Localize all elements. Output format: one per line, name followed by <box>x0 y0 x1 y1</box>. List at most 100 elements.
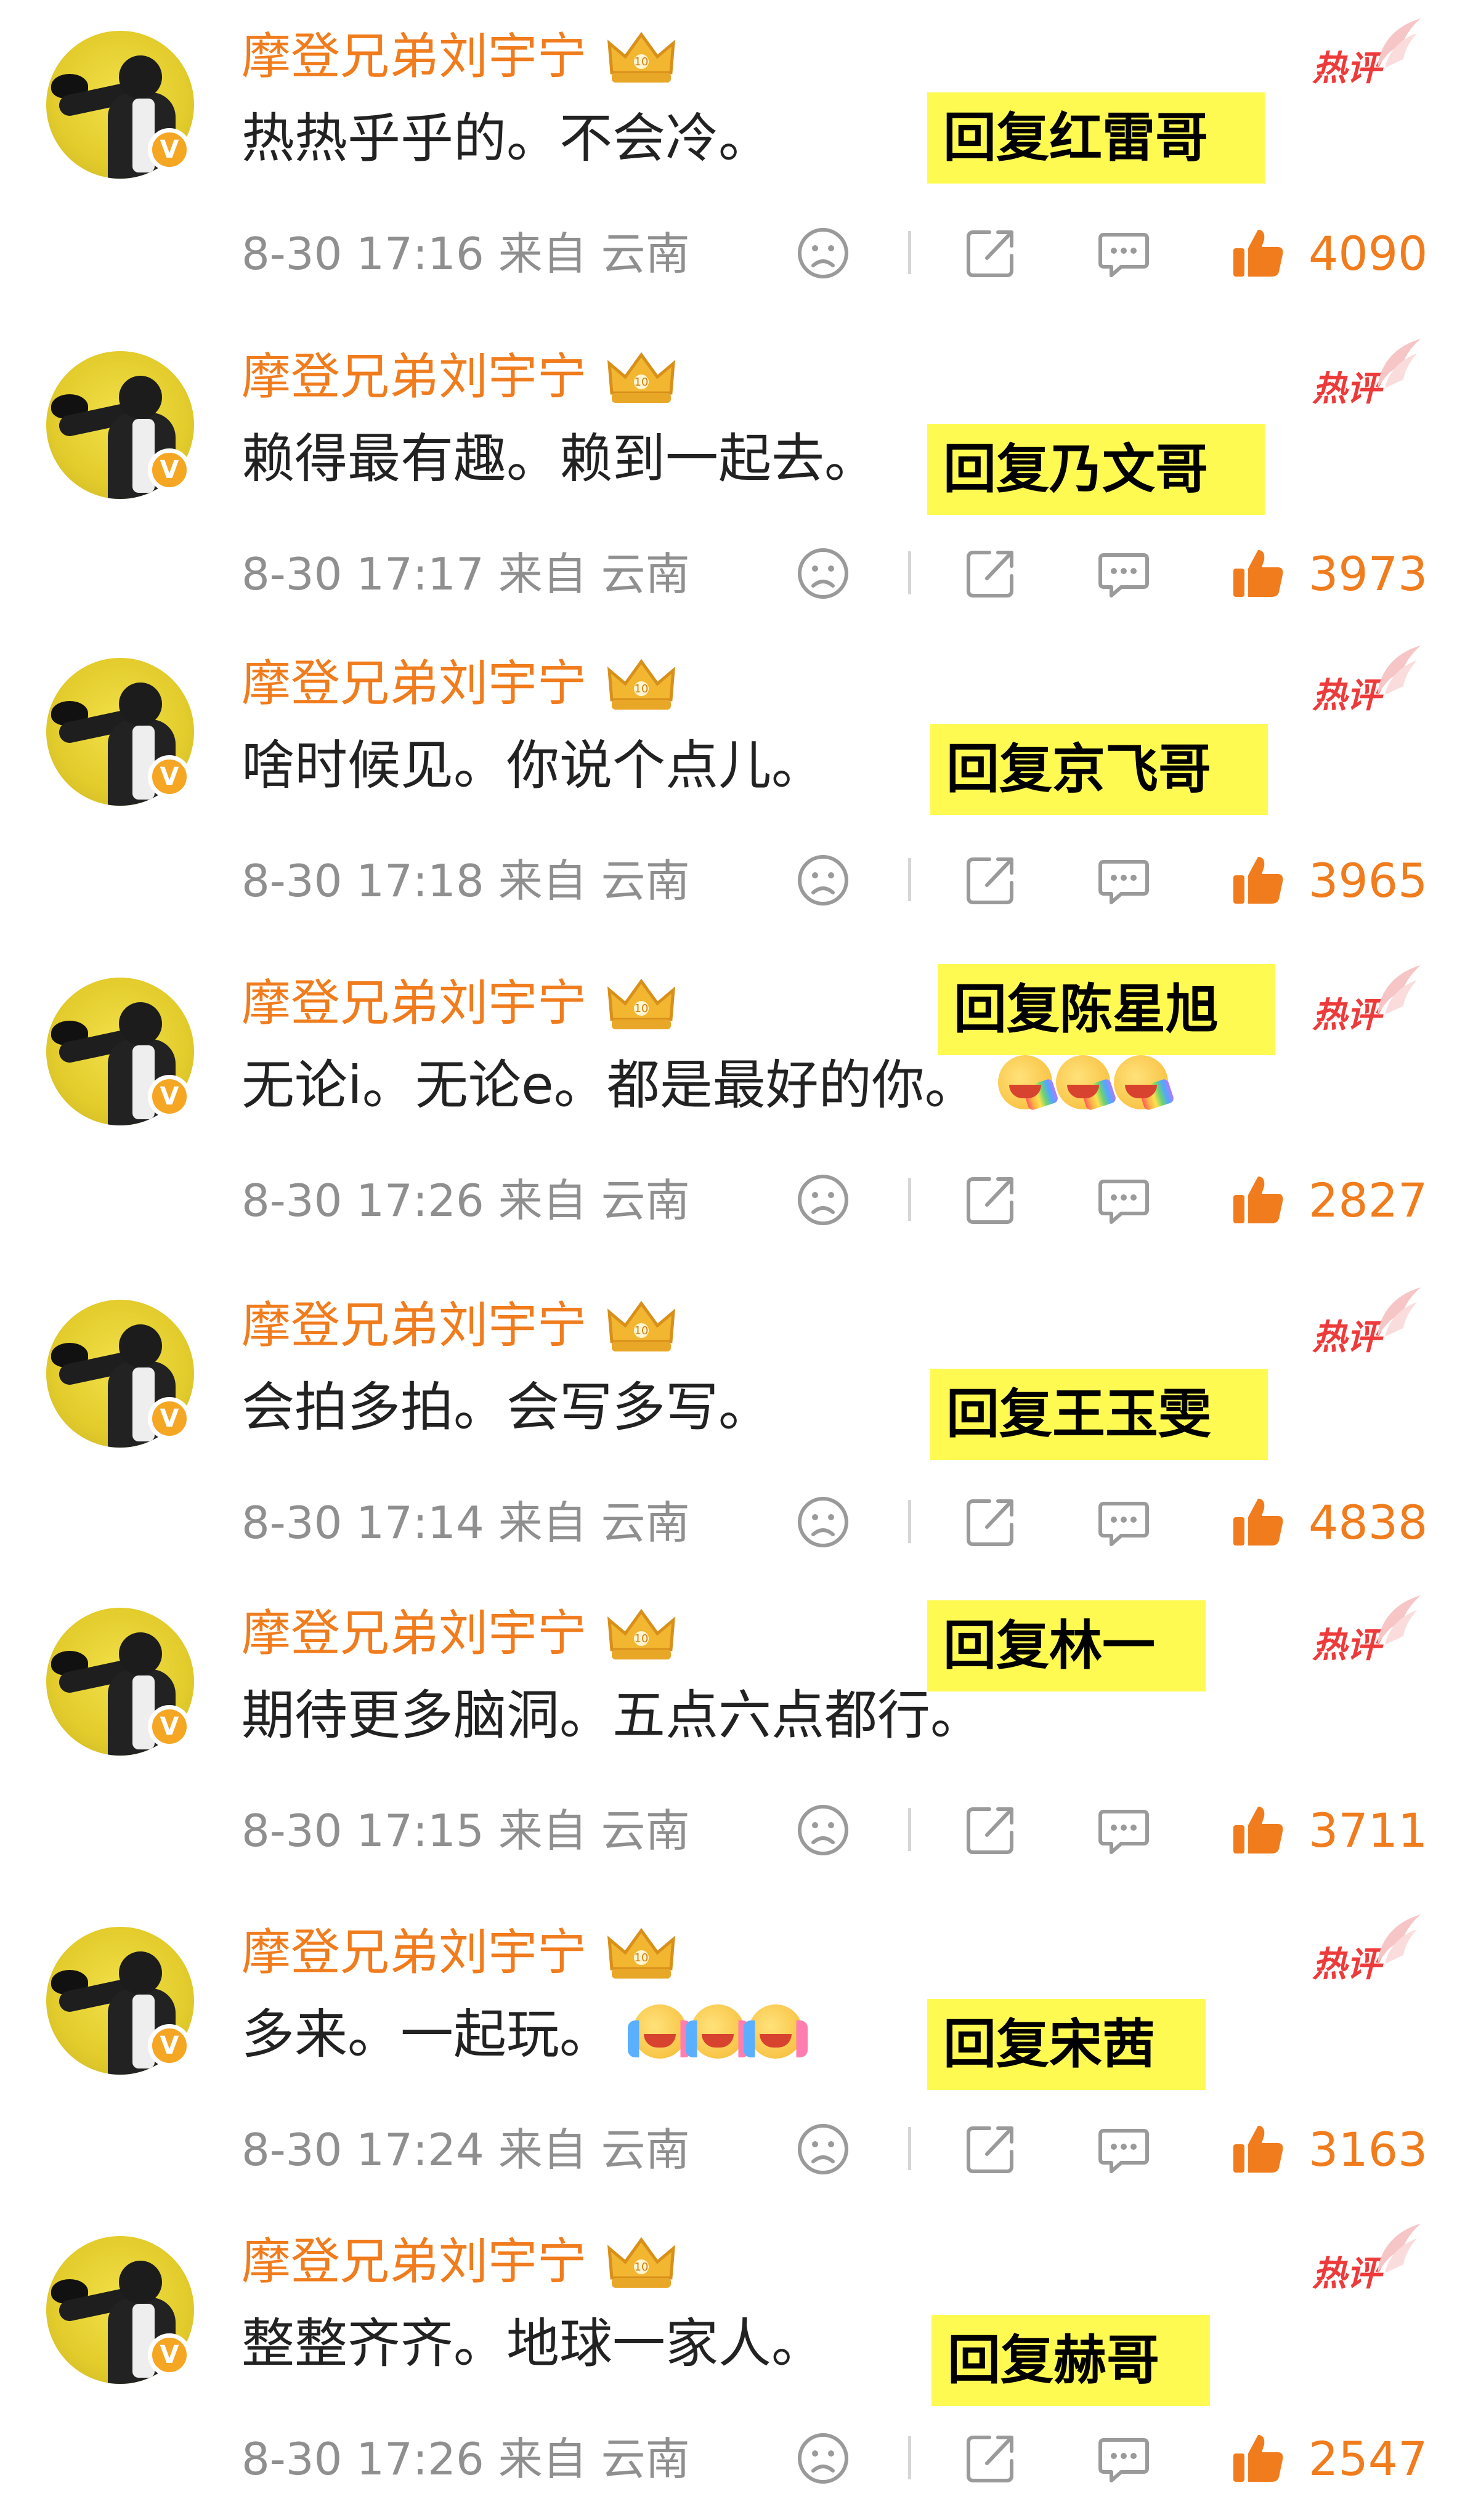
verified-badge: V <box>148 2333 191 2376</box>
thumbs-up-icon[interactable] <box>1230 1802 1286 1858</box>
reply-highlight-label: 回复乃文哥 <box>927 424 1265 515</box>
comment-meta: 8-30 17:24 来自 云南 <box>241 2119 690 2181</box>
comment-icon[interactable] <box>1095 1494 1152 1550</box>
share-icon[interactable] <box>962 545 1019 602</box>
hot-comment-icon: 热评 <box>1306 1912 1421 1992</box>
reply-highlight-label: 回复王玉雯 <box>930 1369 1268 1460</box>
share-icon[interactable] <box>962 2430 1019 2487</box>
crown-icon[interactable]: 10 <box>607 1606 676 1662</box>
svg-text:10: 10 <box>635 1632 649 1645</box>
comment-meta: 8-30 17:26 来自 云南 <box>241 2428 690 2490</box>
thumbs-up-icon[interactable] <box>1230 1494 1286 1550</box>
svg-text:10: 10 <box>635 55 649 68</box>
comment-location: 来自 云南 <box>498 228 690 280</box>
comment-item: V 摩登兄弟刘宇宁 10 热评 整整齐齐。地球一家人。 8-30 17:26 来… <box>0 2205 1465 2520</box>
comment-icon[interactable] <box>1095 1172 1152 1228</box>
hot-comment-icon: 热评 <box>1306 1285 1421 1365</box>
hot-comment-label: 热评 <box>1312 1318 1381 1358</box>
rainbow-face-emoji <box>1114 1055 1169 1109</box>
sad-face-icon[interactable] <box>795 1494 851 1550</box>
like-count[interactable]: 2827 <box>1309 1170 1427 1231</box>
sad-face-icon[interactable] <box>795 852 851 909</box>
hot-comment-icon: 热评 <box>1306 643 1421 723</box>
thumbs-up-icon[interactable] <box>1230 852 1286 909</box>
hot-comment-icon: 热评 <box>1306 963 1421 1043</box>
comment-text: 啥时候见。你说个点儿。 <box>241 732 824 800</box>
comment-text-body: 赖得最有趣。赖到一起去。 <box>241 428 877 490</box>
comment-location: 来自 云南 <box>498 1497 690 1549</box>
divider <box>908 1178 911 1221</box>
thumbs-up-icon[interactable] <box>1230 225 1286 282</box>
username[interactable]: 摩登兄弟刘宇宁 <box>241 346 586 408</box>
thumbs-up-icon[interactable] <box>1230 2430 1286 2487</box>
username[interactable]: 摩登兄弟刘宇宁 <box>241 1603 586 1664</box>
reply-highlight-label: 回复陈星旭 <box>938 964 1275 1055</box>
crown-icon[interactable]: 10 <box>607 30 676 85</box>
rainbow-face-emoji <box>998 1055 1053 1109</box>
like-count[interactable]: 4090 <box>1309 223 1427 285</box>
comment-text: 多来。一起玩。 <box>241 2001 808 2068</box>
crown-icon[interactable]: 10 <box>607 657 676 712</box>
verified-badge: V <box>148 1075 191 1118</box>
crown-icon[interactable]: 10 <box>607 350 676 405</box>
hot-comment-label: 热评 <box>1312 49 1381 89</box>
verified-badge: V <box>148 1705 191 1748</box>
reply-highlight-label: 回复林一 <box>927 1600 1206 1691</box>
comment-location: 来自 云南 <box>498 1805 690 1857</box>
comment-icon[interactable] <box>1095 545 1152 602</box>
divider <box>908 1500 911 1543</box>
crown-icon[interactable]: 10 <box>607 2235 676 2290</box>
crown-icon[interactable]: 10 <box>607 1298 676 1354</box>
cheering-face-emoji <box>686 2004 750 2059</box>
share-icon[interactable] <box>962 1494 1019 1550</box>
hot-comment-icon: 热评 <box>1306 336 1421 416</box>
comment-text: 会拍多拍。会写多写。 <box>241 1374 771 1441</box>
hot-comment-label: 热评 <box>1312 369 1381 409</box>
crown-icon[interactable]: 10 <box>607 976 676 1032</box>
thumbs-up-icon[interactable] <box>1230 545 1286 602</box>
comment-text: 热热乎乎的。不会冷。 <box>241 105 771 172</box>
reply-highlight-label: 回复宋茜 <box>927 1999 1206 2090</box>
comment-time: 8-30 17:17 <box>241 548 484 600</box>
sad-face-icon[interactable] <box>795 1172 851 1228</box>
like-count[interactable]: 3965 <box>1309 850 1427 912</box>
username[interactable]: 摩登兄弟刘宇宁 <box>241 1922 586 1983</box>
thumbs-up-icon[interactable] <box>1230 2121 1286 2178</box>
username[interactable]: 摩登兄弟刘宇宁 <box>241 26 586 87</box>
comment-time: 8-30 17:24 <box>241 2124 484 2176</box>
comment-text: 期待更多脑洞。五点六点都行。 <box>241 1682 983 1749</box>
share-icon[interactable] <box>962 1802 1019 1858</box>
svg-text:10: 10 <box>635 1002 649 1015</box>
sad-face-icon[interactable] <box>795 1802 851 1858</box>
sad-face-icon[interactable] <box>795 2430 851 2487</box>
comment-location: 来自 云南 <box>498 855 690 907</box>
hot-comment-label: 热评 <box>1312 676 1381 716</box>
comment-icon[interactable] <box>1095 225 1152 282</box>
like-count[interactable]: 3711 <box>1309 1800 1427 1862</box>
share-icon[interactable] <box>962 225 1019 282</box>
crown-icon[interactable]: 10 <box>607 1926 676 1981</box>
divider <box>908 858 911 901</box>
sad-face-icon[interactable] <box>795 545 851 602</box>
share-icon[interactable] <box>962 2121 1019 2178</box>
comment-icon[interactable] <box>1095 1802 1152 1858</box>
like-count[interactable]: 4838 <box>1309 1492 1427 1554</box>
username[interactable]: 摩登兄弟刘宇宁 <box>241 973 586 1034</box>
username[interactable]: 摩登兄弟刘宇宁 <box>241 1295 586 1356</box>
comment-meta: 8-30 17:16 来自 云南 <box>241 223 690 285</box>
thumbs-up-icon[interactable] <box>1230 1172 1286 1228</box>
sad-face-icon[interactable] <box>795 2121 851 2178</box>
like-count[interactable]: 3973 <box>1309 543 1427 605</box>
share-icon[interactable] <box>962 1172 1019 1228</box>
sad-face-icon[interactable] <box>795 225 851 282</box>
comment-item: V 摩登兄弟刘宇宁 10 热评 期待更多脑洞。五点六点都行。 8-30 17:1… <box>0 1577 1465 1892</box>
username[interactable]: 摩登兄弟刘宇宁 <box>241 653 586 715</box>
comment-icon[interactable] <box>1095 2121 1152 2178</box>
comment-icon[interactable] <box>1095 2430 1152 2487</box>
username[interactable]: 摩登兄弟刘宇宁 <box>241 2231 586 2293</box>
like-count[interactable]: 2547 <box>1309 2428 1427 2490</box>
share-icon[interactable] <box>962 852 1019 909</box>
comment-text-body: 整整齐齐。地球一家人。 <box>241 2313 824 2375</box>
comment-icon[interactable] <box>1095 852 1152 909</box>
like-count[interactable]: 3163 <box>1309 2119 1427 2181</box>
